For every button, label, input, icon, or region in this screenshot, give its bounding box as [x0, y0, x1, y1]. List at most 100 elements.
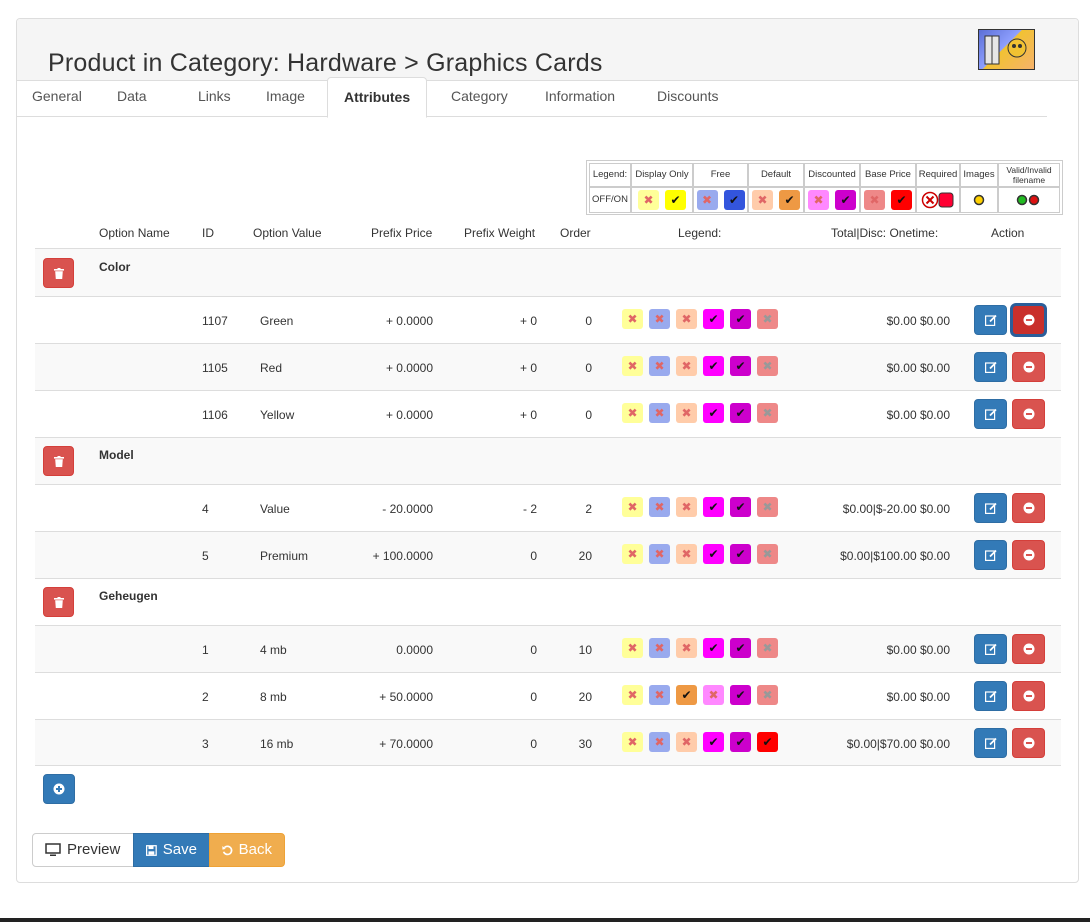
discounted-on-icon[interactable]: ✔ — [703, 732, 724, 752]
required-off-icon[interactable]: ✖ — [757, 497, 778, 517]
display-only-off-icon[interactable]: ✖ — [622, 544, 643, 564]
header-id: ID — [202, 226, 214, 240]
header-prefix-price: Prefix Price — [371, 226, 433, 240]
required-off-icon[interactable]: ✖ — [757, 638, 778, 658]
remove-button[interactable] — [1012, 681, 1045, 711]
legend-label: Legend: — [589, 163, 631, 187]
free-off-icon[interactable]: ✖ — [649, 403, 670, 423]
edit-button[interactable] — [974, 399, 1007, 429]
edit-button[interactable] — [974, 540, 1007, 570]
required-off-icon[interactable]: ✖ — [757, 356, 778, 376]
required-off-icon[interactable]: ✖ — [757, 309, 778, 329]
app-logo-icon — [978, 29, 1035, 70]
remove-button[interactable] — [1012, 305, 1045, 335]
edit-button[interactable] — [974, 728, 1007, 758]
required-off-icon[interactable]: ✖ — [757, 403, 778, 423]
group-name: Model — [99, 448, 134, 462]
tab-links[interactable]: Links — [182, 77, 247, 117]
base-price-on-icon[interactable]: ✔ — [730, 497, 751, 517]
display-only-off-icon[interactable]: ✖ — [622, 497, 643, 517]
save-button[interactable]: Save — [133, 833, 210, 867]
row-total: $0.00|$70.00 $0.00 — [846, 737, 950, 751]
display-only-off-icon[interactable]: ✖ — [622, 356, 643, 376]
default-on-icon[interactable]: ✔ — [676, 685, 697, 705]
preview-label: Preview — [67, 841, 121, 858]
row-id: 2 — [202, 690, 209, 704]
delete-group-button[interactable] — [43, 587, 74, 617]
save-label: Save — [162, 841, 197, 858]
preview-button[interactable]: Preview — [32, 833, 134, 867]
default-off-icon[interactable]: ✖ — [676, 544, 697, 564]
remove-button[interactable] — [1012, 540, 1045, 570]
display-only-off-icon[interactable]: ✖ — [622, 685, 643, 705]
default-off-icon[interactable]: ✖ — [676, 356, 697, 376]
tab-general[interactable]: General — [16, 77, 98, 117]
display-only-off-icon[interactable]: ✖ — [622, 309, 643, 329]
base-price-on-icon[interactable]: ✔ — [730, 403, 751, 423]
delete-group-button[interactable] — [43, 258, 74, 288]
base-price-on-icon[interactable]: ✔ — [730, 638, 751, 658]
base-price-on-icon[interactable]: ✔ — [730, 685, 751, 705]
discounted-on-icon[interactable]: ✔ — [703, 356, 724, 376]
edit-icon — [984, 502, 997, 514]
base-price-on-icon[interactable]: ✔ — [730, 732, 751, 752]
row-total: $0.00|$-20.00 $0.00 — [842, 502, 950, 516]
legend-col-free: Free — [693, 163, 748, 187]
discounted-on-icon[interactable]: ✔ — [703, 403, 724, 423]
base-price-on-icon[interactable]: ✔ — [730, 309, 751, 329]
default-off-icon[interactable]: ✖ — [676, 403, 697, 423]
tab-category[interactable]: Category — [435, 77, 524, 117]
delete-group-button[interactable] — [43, 446, 74, 476]
row-id: 1106 — [202, 408, 228, 422]
remove-button[interactable] — [1012, 399, 1045, 429]
discounted-off-icon[interactable]: ✖ — [703, 685, 724, 705]
base-price-on-icon[interactable]: ✔ — [730, 544, 751, 564]
row-total: $0.00 $0.00 — [886, 408, 950, 422]
required-on-icon[interactable]: ✔ — [757, 732, 778, 752]
discounted-on-icon[interactable]: ✔ — [703, 309, 724, 329]
discounted-on-icon[interactable]: ✔ — [703, 638, 724, 658]
remove-button[interactable] — [1012, 634, 1045, 664]
row-flags: ✖ ✖ ✔ ✖ ✔ ✖ — [622, 685, 778, 705]
free-off-icon[interactable]: ✖ — [649, 497, 670, 517]
tab-data[interactable]: Data — [101, 77, 163, 117]
base-price-on-icon[interactable]: ✔ — [730, 356, 751, 376]
default-off-icon[interactable]: ✖ — [676, 309, 697, 329]
free-off-icon[interactable]: ✖ — [649, 309, 670, 329]
row-total: $0.00|$100.00 $0.00 — [840, 549, 950, 563]
tab-attributes[interactable]: Attributes — [327, 77, 428, 118]
display-only-off-icon[interactable]: ✖ — [622, 732, 643, 752]
legend-display-only-swatches: ✖ ✔ — [631, 187, 693, 213]
free-off-icon[interactable]: ✖ — [649, 544, 670, 564]
edit-button[interactable] — [974, 681, 1007, 711]
free-off-icon[interactable]: ✖ — [649, 732, 670, 752]
minus-circle-icon — [1023, 502, 1034, 514]
default-off-icon[interactable]: ✖ — [676, 732, 697, 752]
free-off-icon[interactable]: ✖ — [649, 685, 670, 705]
discounted-on-icon[interactable]: ✔ — [703, 497, 724, 517]
required-off-icon[interactable]: ✖ — [757, 544, 778, 564]
remove-button[interactable] — [1012, 352, 1045, 382]
display-only-off-icon[interactable]: ✖ — [622, 638, 643, 658]
required-off-icon[interactable]: ✖ — [757, 685, 778, 705]
legend-col-display-only: Display Only — [631, 163, 693, 187]
default-off-icon[interactable]: ✖ — [676, 638, 697, 658]
remove-button[interactable] — [1012, 728, 1045, 758]
row-order: 2 — [585, 502, 592, 516]
edit-button[interactable] — [974, 305, 1007, 335]
free-off-icon[interactable]: ✖ — [649, 638, 670, 658]
legend-offon: OFF/ON — [589, 187, 631, 213]
edit-button[interactable] — [974, 493, 1007, 523]
add-attribute-button[interactable] — [43, 774, 75, 804]
edit-button[interactable] — [974, 634, 1007, 664]
free-off-icon[interactable]: ✖ — [649, 356, 670, 376]
remove-button[interactable] — [1012, 493, 1045, 523]
back-button[interactable]: Back — [209, 833, 285, 867]
display-only-off-icon[interactable]: ✖ — [622, 403, 643, 423]
tab-information[interactable]: Information — [529, 77, 631, 117]
discounted-on-icon[interactable]: ✔ — [703, 544, 724, 564]
default-off-icon[interactable]: ✖ — [676, 497, 697, 517]
tab-discounts[interactable]: Discounts — [641, 77, 734, 117]
tab-image[interactable]: Image — [250, 77, 321, 117]
edit-button[interactable] — [974, 352, 1007, 382]
